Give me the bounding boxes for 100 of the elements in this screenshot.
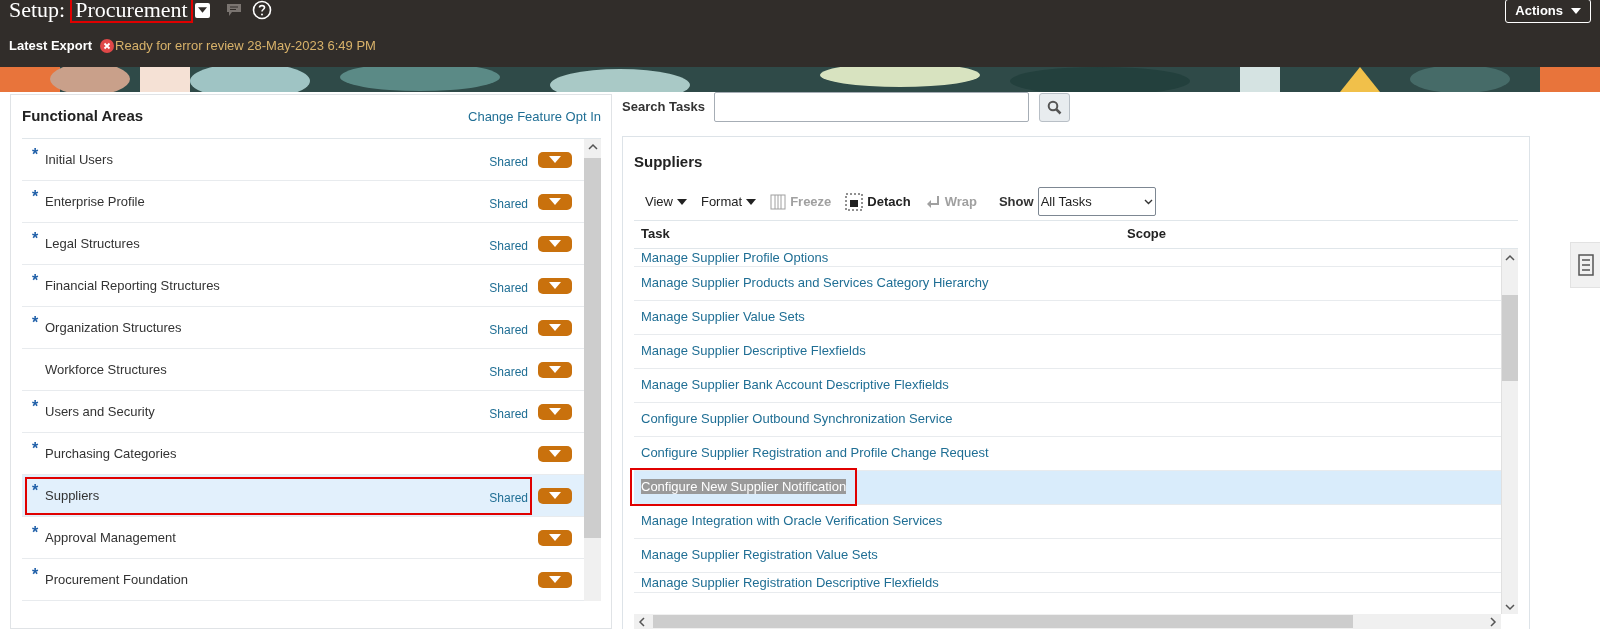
area-label: Purchasing Categories — [45, 444, 177, 463]
shared-label: Shared — [489, 405, 528, 423]
area-label: Users and Security — [45, 402, 155, 421]
area-menu-button[interactable] — [538, 571, 572, 588]
area-menu-button[interactable] — [538, 529, 572, 546]
menu-button[interactable]: Format — [700, 191, 757, 212]
functional-area-row[interactable]: Workforce Structures Shared — [22, 349, 584, 391]
caret-icon — [549, 492, 561, 499]
shared-label: Shared — [489, 363, 528, 381]
area-menu-button[interactable] — [538, 151, 572, 168]
caret-icon — [549, 408, 561, 415]
area-label: Approval Management — [45, 528, 176, 547]
scroll-right-icon[interactable] — [1490, 616, 1497, 627]
page-title-prefix: Setup: — [9, 0, 66, 21]
caret-icon — [549, 534, 561, 541]
panel-heading: Functional Areas — [22, 106, 144, 127]
area-menu-button[interactable] — [538, 487, 572, 504]
columns-icon — [770, 193, 787, 210]
required-marker: * — [31, 188, 39, 205]
required-marker: * — [31, 524, 39, 541]
shared-label: Shared — [489, 153, 528, 171]
required-marker: * — [31, 482, 39, 499]
shared-label: Shared — [489, 321, 528, 339]
required-marker: * — [31, 440, 39, 457]
area-menu-button[interactable] — [538, 277, 572, 294]
area-label: Legal Structures — [45, 234, 140, 253]
scrollbar[interactable] — [1501, 248, 1518, 614]
functional-area-row[interactable]: * Financial Reporting Structures Shared — [22, 265, 584, 307]
side-panel-tab[interactable] — [1570, 242, 1600, 288]
panel-heading: Suppliers — [634, 152, 704, 172]
column-header: Scope — [1127, 225, 1166, 244]
functional-area-row[interactable]: * Approval Management — [22, 517, 584, 559]
help-icon[interactable] — [251, 0, 272, 20]
functional-area-row[interactable]: * Enterprise Profile Shared — [22, 181, 584, 223]
search-icon — [1046, 99, 1062, 115]
page-title: Procurement — [70, 0, 193, 23]
area-menu-button[interactable] — [538, 403, 572, 420]
show-label: Show — [998, 192, 1034, 211]
required-marker: * — [31, 398, 39, 415]
caret-icon — [549, 240, 561, 247]
required-marker: * — [31, 272, 39, 289]
required-marker: * — [31, 314, 39, 331]
menu-button[interactable]: View — [645, 191, 687, 212]
scroll-left-icon[interactable] — [638, 616, 645, 627]
area-menu-button[interactable] — [538, 319, 572, 336]
required-marker: * — [31, 230, 39, 247]
area-menu-button[interactable] — [538, 235, 572, 252]
search-button[interactable] — [1038, 92, 1070, 122]
area-label: Initial Users — [45, 150, 113, 169]
required-marker: * — [31, 146, 39, 163]
caret-icon — [549, 450, 561, 457]
area-label: Suppliers — [45, 486, 100, 505]
shared-label: Shared — [489, 489, 528, 507]
area-label: Organization Structures — [45, 318, 182, 337]
scroll-thumb[interactable] — [653, 615, 1353, 628]
error-icon — [100, 38, 115, 53]
area-label: Financial Reporting Structures — [45, 276, 220, 295]
search-label: Search Tasks — [622, 98, 705, 117]
functional-area-row[interactable]: * Procurement Foundation — [22, 559, 584, 601]
detach-button[interactable]: Detach — [845, 191, 911, 212]
caret-icon — [549, 198, 561, 205]
area-menu-button[interactable] — [538, 445, 572, 462]
area-label: Procurement Foundation — [45, 570, 189, 589]
scrollbar[interactable] — [584, 139, 601, 601]
dropdown-icon[interactable] — [194, 2, 210, 18]
caret-icon — [549, 282, 561, 289]
show-select[interactable]: All Tasks — [1037, 187, 1156, 216]
area-label: Workforce Structures — [45, 360, 167, 379]
functional-area-row[interactable]: * Initial Users Shared — [22, 139, 584, 181]
actions-button[interactable]: Actions — [1505, 0, 1591, 23]
caret-icon — [1571, 8, 1581, 14]
search-field[interactable] — [713, 92, 1029, 122]
scroll-thumb[interactable] — [584, 158, 601, 538]
shared-label: Shared — [489, 279, 528, 297]
required-marker: * — [31, 566, 39, 583]
area-menu-button[interactable] — [538, 361, 572, 378]
chat-icon[interactable] — [225, 2, 242, 18]
caret-icon — [676, 198, 687, 205]
area-menu-button[interactable] — [538, 193, 572, 210]
shared-label: Shared — [489, 237, 528, 255]
caret-icon — [549, 156, 561, 163]
export-status: Ready for error review 28-May-2023 6:49 PM — [115, 37, 376, 55]
scroll-up-icon[interactable] — [1505, 253, 1515, 261]
functional-area-row[interactable]: * Legal Structures Shared — [22, 223, 584, 265]
detach-icon — [845, 192, 864, 211]
change-feature-link[interactable]: Change Feature Opt In — [468, 106, 601, 127]
horizontal-scrollbar[interactable] — [634, 614, 1501, 629]
scroll-thumb[interactable] — [1502, 294, 1518, 381]
area-label: Enterprise Profile — [45, 192, 145, 211]
functional-area-row[interactable]: * Organization Structures Shared — [22, 307, 584, 349]
export-label: Latest Export — [9, 37, 93, 55]
scroll-up-icon[interactable] — [587, 143, 598, 150]
caret-icon — [549, 576, 561, 583]
scroll-down-icon[interactable] — [1505, 604, 1515, 611]
caret-icon — [746, 198, 757, 205]
functional-area-row[interactable]: * Suppliers Shared — [22, 475, 584, 517]
chevron-down-icon — [1143, 198, 1153, 205]
functional-area-row[interactable]: * Users and Security Shared — [22, 391, 584, 433]
caret-icon — [549, 324, 561, 331]
shared-label: Shared — [489, 195, 528, 213]
